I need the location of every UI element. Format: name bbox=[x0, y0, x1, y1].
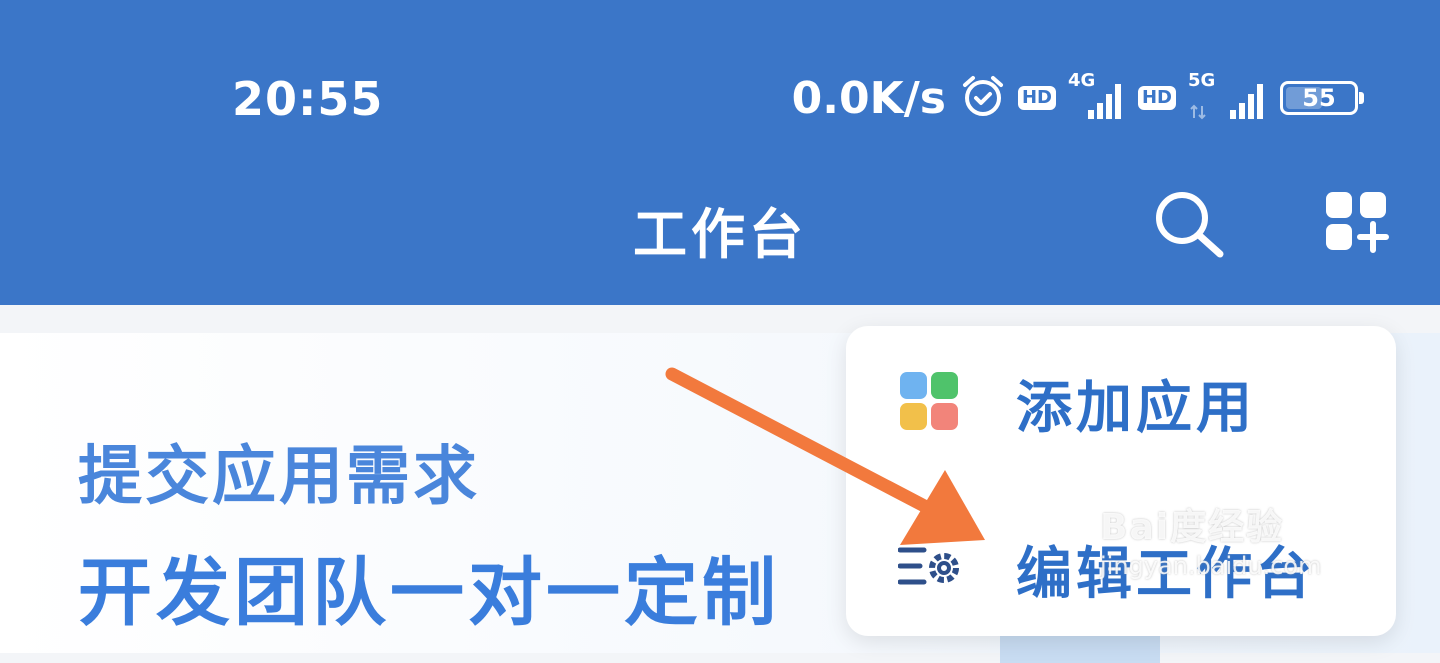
signal-4g-icon: 4G bbox=[1068, 70, 1126, 120]
menu-item-label: 添加应用 bbox=[1016, 375, 1256, 441]
signal-5g-icon: 5G bbox=[1188, 70, 1268, 120]
network-speed: 0.0K/s bbox=[791, 72, 946, 124]
menu-item-add-app[interactable]: 添加应用 bbox=[846, 343, 1396, 463]
hd-badge-1: HD bbox=[1017, 86, 1056, 110]
popup-menu: 添加应用 编辑工作台 bbox=[846, 326, 1396, 636]
status-time: 20:55 bbox=[232, 72, 384, 126]
battery-icon: 55 bbox=[1280, 81, 1364, 115]
add-app-button[interactable] bbox=[1322, 188, 1392, 254]
watermark-brand: Bai度经验 bbox=[1100, 507, 1285, 548]
search-button[interactable] bbox=[1150, 188, 1230, 260]
watermark-url: jingyan.baidu.com bbox=[1100, 552, 1322, 580]
apps-grid-color-icon bbox=[898, 370, 960, 436]
list-gear-icon bbox=[897, 542, 962, 596]
watermark: Bai度经验 jingyan.baidu.com bbox=[1100, 498, 1321, 580]
alarm-icon bbox=[960, 73, 1006, 123]
status-icons: 0.0K/s HD 4G HD 5G 55 bbox=[791, 70, 1364, 126]
apps-add-icon bbox=[1326, 192, 1389, 253]
banner-subheadline: 开发团队一对一定制 bbox=[78, 550, 780, 636]
top-app-bar: 20:55 0.0K/s HD 4G HD 5G 55 工作台 bbox=[0, 0, 1440, 305]
battery-percent: 55 bbox=[1302, 84, 1336, 112]
search-icon bbox=[1156, 192, 1224, 258]
banner-headline: 提交应用需求 bbox=[78, 440, 480, 514]
hd-badge-2: HD bbox=[1137, 86, 1176, 110]
